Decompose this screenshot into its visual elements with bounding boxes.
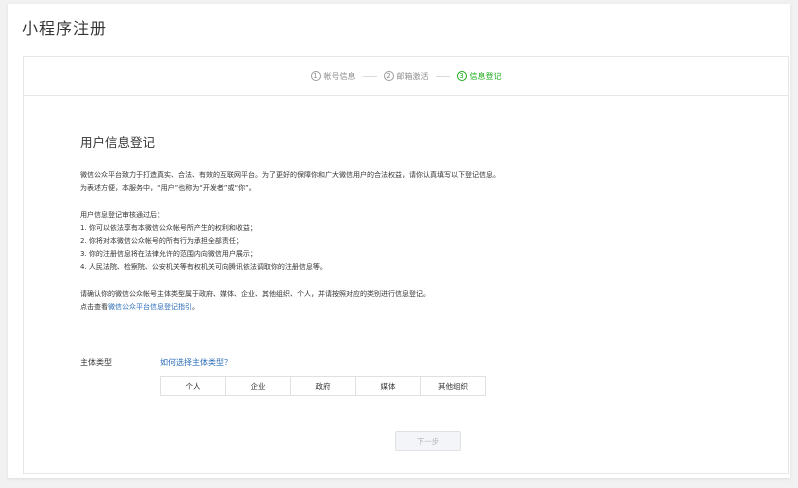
- step-1-label: 帐号信息: [323, 71, 356, 81]
- guide-prefix: 点击查看: [80, 303, 108, 311]
- step-separator: [435, 75, 450, 77]
- subject-type-options: 个人 企业 政府 媒体 其他组织: [160, 376, 486, 396]
- list-item: 2. 你将对本微信公众帐号的所有行为承担全部责任；: [80, 237, 243, 245]
- step-2: 2 邮箱激活: [383, 71, 429, 82]
- step-3-number: 3: [456, 71, 467, 81]
- list-item: 1. 你可以依法享有本微信公众帐号所产生的权利和收益；: [80, 224, 257, 232]
- next-button[interactable]: 下一步: [395, 431, 461, 451]
- section-title: 用户信息登记: [80, 135, 156, 150]
- page-title: 小程序注册: [22, 19, 108, 38]
- type-option-government[interactable]: 政府: [291, 377, 356, 395]
- list-item: 4. 人民法院、检察院、公安机关等有权机关可向腾讯依法调取你的注册信息等。: [80, 263, 327, 271]
- type-option-individual[interactable]: 个人: [161, 377, 226, 395]
- step-2-label: 邮箱激活: [396, 71, 429, 81]
- main-container: 小程序注册 1 帐号信息 2 邮箱激活 3 信息登记 用户信息登记 微信公众平台…: [8, 4, 790, 478]
- guide-link[interactable]: 微信公众平台信息登记指引: [108, 303, 192, 311]
- step-1-number: 1: [310, 71, 321, 81]
- step-2-number: 2: [383, 71, 394, 81]
- list-title: 用户信息登记审核通过后：: [80, 211, 164, 219]
- step-3-label: 信息登记: [469, 71, 502, 81]
- subject-type-label: 主体类型: [80, 358, 112, 367]
- type-option-enterprise[interactable]: 企业: [226, 377, 291, 395]
- step-separator: [362, 75, 377, 77]
- guide-text: 点击查看微信公众平台信息登记指引。: [80, 301, 720, 314]
- step-indicator: 1 帐号信息 2 邮箱激活 3 信息登记: [24, 57, 788, 96]
- list-item: 3. 你的注册信息将在法律允许的范围内向微信用户展示；: [80, 250, 257, 258]
- type-option-media[interactable]: 媒体: [356, 377, 421, 395]
- guide-suffix: 。: [192, 303, 199, 311]
- step-3-active: 3 信息登记: [456, 71, 502, 82]
- intro-text-2: 为表述方便，本服务中，“用户”也称为“开发者”或“你”。: [80, 184, 256, 192]
- confirm-text: 请确认你的微信公众帐号主体类型属于政府、媒体、企业、其他组织、个人，并请按照对应…: [80, 290, 430, 298]
- step-1: 1 帐号信息: [310, 71, 356, 82]
- info-content: 用户信息登记 微信公众平台致力于打造真实、合法、有效的互联网平台。为了更好的保障…: [80, 132, 720, 314]
- subject-help-link[interactable]: 如何选择主体类型？: [160, 357, 280, 368]
- intro-text-1: 微信公众平台致力于打造真实、合法、有效的互联网平台。为了更好的保障你和广大微信用…: [80, 171, 500, 179]
- type-option-other-org[interactable]: 其他组织: [421, 377, 485, 395]
